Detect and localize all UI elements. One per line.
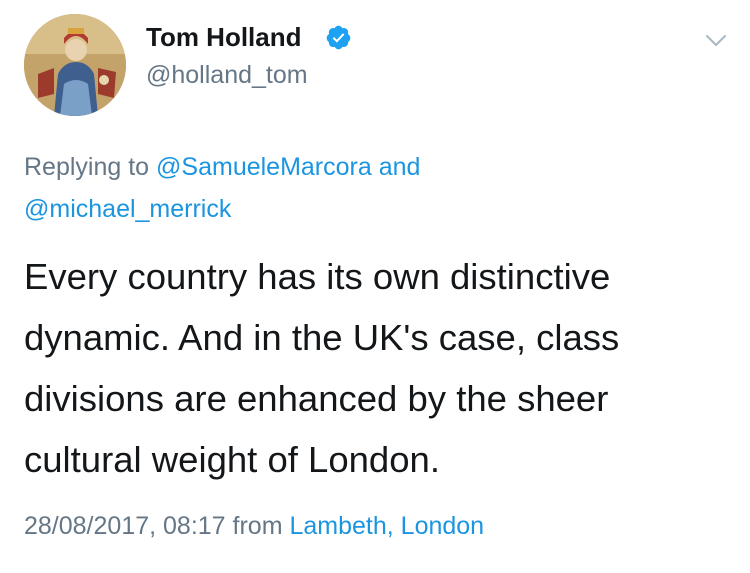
author-name[interactable]: Tom Holland xyxy=(146,22,302,53)
chevron-down-icon[interactable] xyxy=(702,26,730,54)
tweet-text-line: cultural weight of London. xyxy=(24,439,440,480)
tweet-text-line: divisions are enhanced by the sheer xyxy=(24,378,609,419)
avatar-image xyxy=(24,14,126,116)
timestamp[interactable]: 28/08/2017, 08:17 xyxy=(24,512,226,540)
reply-prefix: Replying to xyxy=(24,153,150,181)
avatar[interactable] xyxy=(24,14,126,116)
mention-link-michael-merrick[interactable]: @michael_merrick xyxy=(24,195,231,223)
reply-joiner: and xyxy=(378,153,421,181)
reply-context: Replying to @SamueleMarcora and @michael… xyxy=(24,146,724,230)
location-link[interactable]: Lambeth, London xyxy=(289,512,484,540)
tweet-text: Every country has its own distinctive dy… xyxy=(24,246,734,490)
mention-link-samuelemarcora[interactable]: @SamueleMarcora xyxy=(156,153,372,181)
tweet-meta: 28/08/2017, 08:17 from Lambeth, London xyxy=(24,512,484,541)
author-handle[interactable]: @holland_tom xyxy=(146,61,308,90)
verified-badge-icon xyxy=(326,25,351,50)
tweet-text-line: Every country has its own distinctive xyxy=(24,256,611,297)
tweet-text-line: dynamic. And in the UK's case, class xyxy=(24,317,620,358)
from-label: from xyxy=(232,512,283,540)
tweet-card: Tom Holland @holland_tom Replying to @Sa… xyxy=(0,0,750,573)
